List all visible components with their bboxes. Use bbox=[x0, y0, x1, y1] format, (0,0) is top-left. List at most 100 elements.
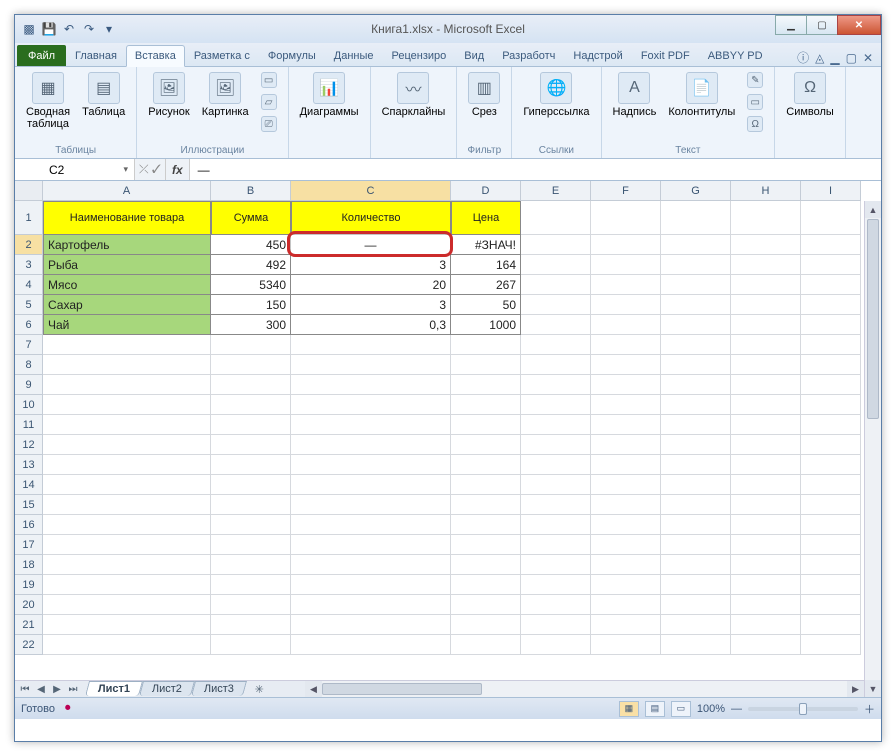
ribbon-mini-button[interactable]: ▱ bbox=[256, 91, 282, 113]
cell[interactable] bbox=[291, 415, 451, 435]
cell[interactable]: #ЗНАЧ! bbox=[451, 235, 521, 255]
cell[interactable] bbox=[291, 615, 451, 635]
column-header[interactable]: E bbox=[521, 181, 591, 201]
cell[interactable] bbox=[521, 635, 591, 655]
cell[interactable] bbox=[43, 555, 211, 575]
cell[interactable] bbox=[801, 235, 861, 255]
cell[interactable] bbox=[521, 295, 591, 315]
cell[interactable] bbox=[211, 615, 291, 635]
cell[interactable] bbox=[661, 435, 731, 455]
cell[interactable]: 5340 bbox=[211, 275, 291, 295]
cell[interactable] bbox=[591, 595, 661, 615]
ribbon-button[interactable]: 📊Диаграммы bbox=[295, 69, 364, 121]
cell[interactable] bbox=[661, 255, 731, 275]
sheet-tab[interactable]: Лист3 bbox=[191, 681, 247, 696]
row-header[interactable]: 22 bbox=[15, 635, 43, 655]
select-all-corner[interactable] bbox=[15, 181, 43, 201]
view-normal-icon[interactable]: ▦ bbox=[619, 701, 639, 717]
cell[interactable] bbox=[521, 555, 591, 575]
cell[interactable] bbox=[521, 255, 591, 275]
sheet-last-icon[interactable]: ⏭ bbox=[65, 684, 81, 695]
formula-input[interactable]: — bbox=[190, 159, 881, 180]
cell[interactable] bbox=[661, 395, 731, 415]
cell[interactable] bbox=[591, 555, 661, 575]
ribbon-button[interactable]: 📄Колонтитулы bbox=[663, 69, 740, 121]
cell[interactable] bbox=[521, 475, 591, 495]
cell[interactable] bbox=[801, 575, 861, 595]
cell[interactable] bbox=[591, 535, 661, 555]
row-header[interactable]: 16 bbox=[15, 515, 43, 535]
cell[interactable] bbox=[521, 375, 591, 395]
cell[interactable] bbox=[521, 455, 591, 475]
cell[interactable] bbox=[211, 375, 291, 395]
cell[interactable] bbox=[291, 595, 451, 615]
cell[interactable]: 164 bbox=[451, 255, 521, 275]
row-header[interactable]: 14 bbox=[15, 475, 43, 495]
column-header[interactable]: I bbox=[801, 181, 861, 201]
cell[interactable] bbox=[521, 275, 591, 295]
cell[interactable] bbox=[43, 475, 211, 495]
row-header[interactable]: 5 bbox=[15, 295, 43, 315]
cell[interactable] bbox=[591, 375, 661, 395]
cell[interactable] bbox=[521, 395, 591, 415]
cell[interactable]: 150 bbox=[211, 295, 291, 315]
cell[interactable] bbox=[451, 455, 521, 475]
cell[interactable] bbox=[451, 615, 521, 635]
cell[interactable] bbox=[731, 555, 801, 575]
view-layout-icon[interactable]: ▤ bbox=[645, 701, 665, 717]
cell[interactable] bbox=[591, 355, 661, 375]
cell[interactable] bbox=[291, 495, 451, 515]
cell[interactable] bbox=[591, 435, 661, 455]
cell[interactable] bbox=[731, 375, 801, 395]
cell[interactable] bbox=[801, 495, 861, 515]
cell[interactable] bbox=[731, 315, 801, 335]
cell[interactable] bbox=[291, 335, 451, 355]
scroll-right-icon[interactable]: ▶ bbox=[847, 681, 864, 698]
cell[interactable] bbox=[661, 415, 731, 435]
cell[interactable] bbox=[801, 355, 861, 375]
tab-данные[interactable]: Данные bbox=[325, 45, 383, 66]
doc-minimize-icon[interactable]: ▁ bbox=[830, 51, 839, 65]
cell[interactable] bbox=[43, 495, 211, 515]
qat-undo-icon[interactable]: ↶ bbox=[61, 21, 77, 37]
doc-close-icon[interactable]: ✕ bbox=[863, 51, 873, 65]
cell[interactable] bbox=[801, 395, 861, 415]
cell[interactable] bbox=[731, 535, 801, 555]
cell[interactable] bbox=[801, 415, 861, 435]
cell[interactable] bbox=[521, 415, 591, 435]
cell[interactable] bbox=[801, 255, 861, 275]
ribbon-mini-button[interactable]: ⎚ bbox=[256, 113, 282, 135]
cell[interactable] bbox=[451, 495, 521, 515]
cell[interactable] bbox=[591, 615, 661, 635]
cell[interactable] bbox=[43, 395, 211, 415]
column-header[interactable]: A bbox=[43, 181, 211, 201]
cell[interactable] bbox=[521, 595, 591, 615]
cell[interactable]: 3 bbox=[291, 255, 451, 275]
row-header[interactable]: 19 bbox=[15, 575, 43, 595]
cell[interactable] bbox=[521, 355, 591, 375]
scroll-down-icon[interactable]: ▼ bbox=[865, 680, 881, 697]
ribbon-button[interactable]: AНадпись bbox=[608, 69, 662, 121]
cell[interactable] bbox=[211, 335, 291, 355]
cell[interactable] bbox=[43, 435, 211, 455]
ribbon-mini-button[interactable]: ▭ bbox=[256, 69, 282, 91]
cell[interactable] bbox=[731, 335, 801, 355]
doc-restore-icon[interactable]: ▢ bbox=[846, 51, 857, 65]
cell[interactable] bbox=[591, 635, 661, 655]
name-box[interactable]: C2 bbox=[15, 159, 135, 180]
cell[interactable] bbox=[451, 415, 521, 435]
cell[interactable]: Наименование товара bbox=[43, 201, 211, 235]
cell[interactable] bbox=[591, 335, 661, 355]
ribbon-mini-button[interactable]: ✎ bbox=[742, 69, 768, 91]
cell[interactable] bbox=[43, 635, 211, 655]
zoom-out-icon[interactable]: — bbox=[731, 703, 742, 715]
cell[interactable]: 0,3 bbox=[291, 315, 451, 335]
cell[interactable] bbox=[211, 515, 291, 535]
cell[interactable]: Чай bbox=[43, 315, 211, 335]
macro-record-icon[interactable]: ⏺ bbox=[65, 702, 71, 715]
cell[interactable] bbox=[591, 455, 661, 475]
cell[interactable] bbox=[521, 495, 591, 515]
ribbon-button[interactable]: ▥Срез bbox=[463, 69, 505, 121]
cell[interactable] bbox=[731, 595, 801, 615]
fx-icon[interactable]: fx bbox=[166, 159, 190, 180]
